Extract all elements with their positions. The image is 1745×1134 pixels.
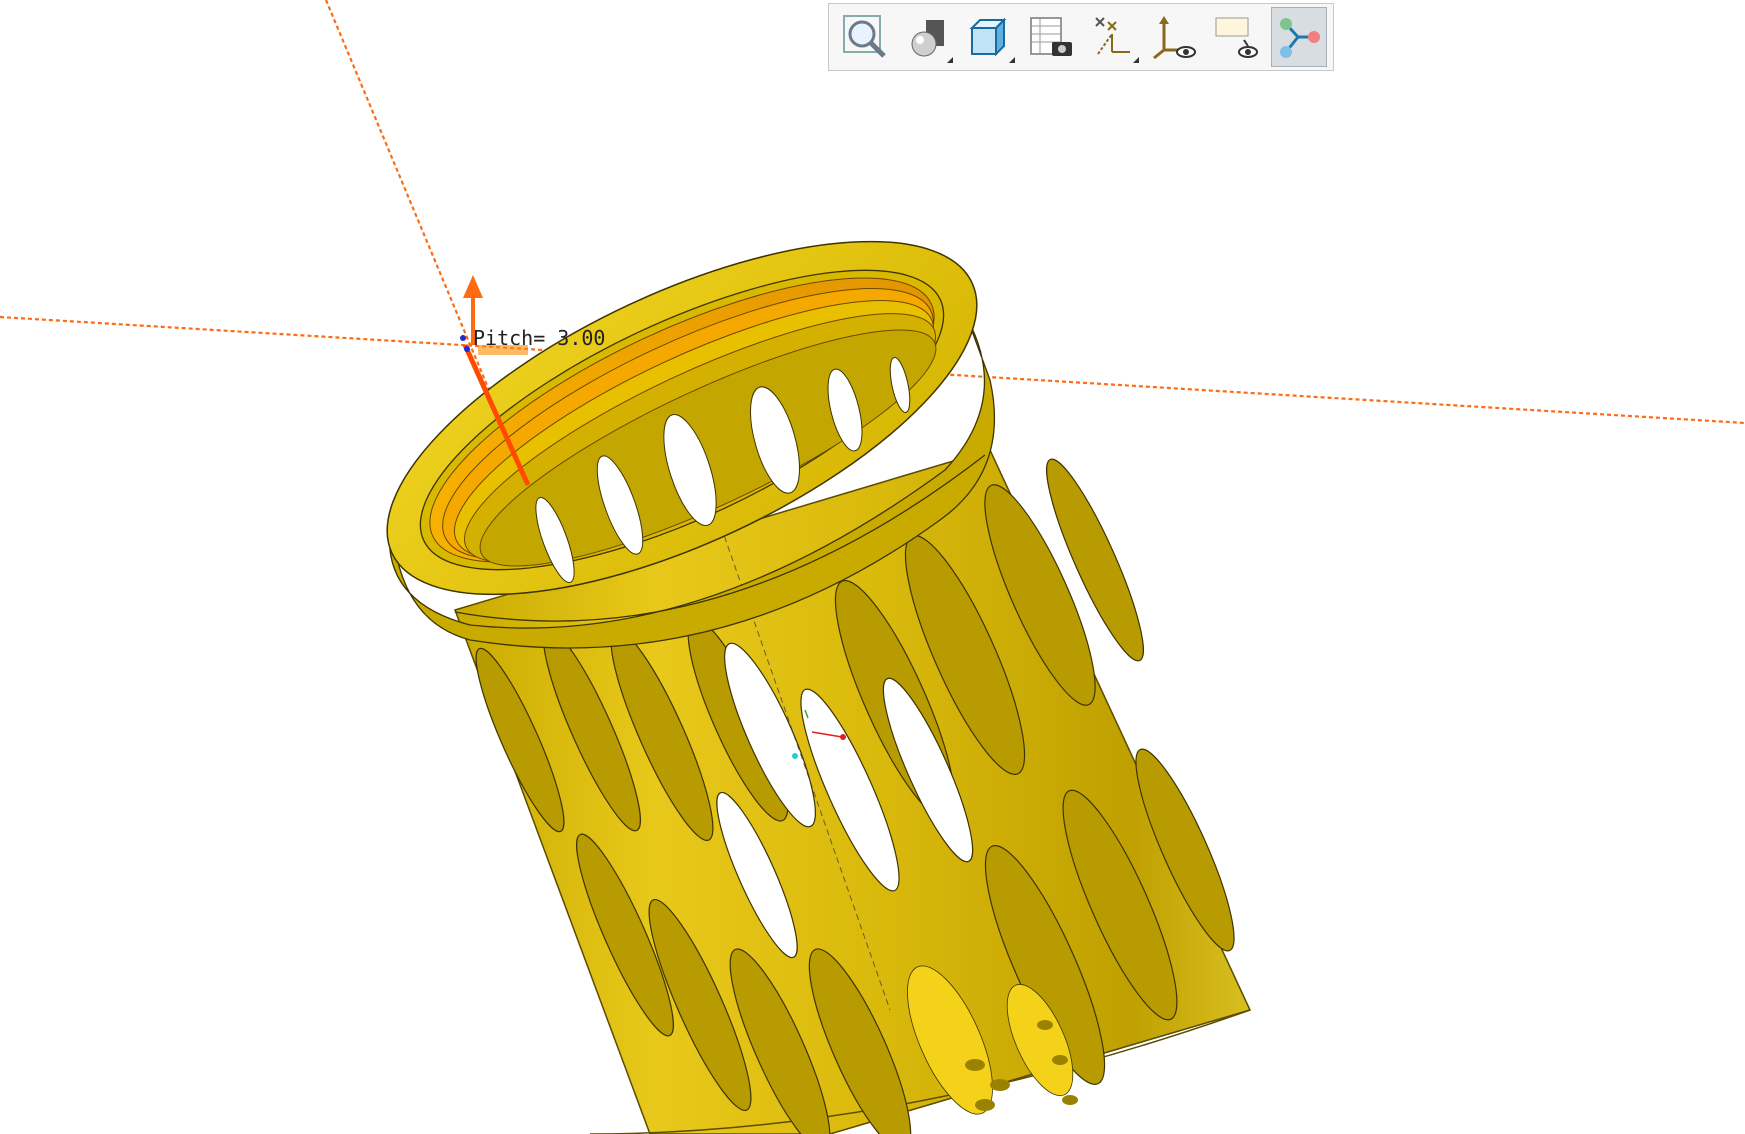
saved-orientations-button[interactable] <box>961 7 1017 67</box>
spin-center-button[interactable] <box>1271 7 1327 67</box>
zoom-fit-icon <box>843 15 886 58</box>
model-canvas[interactable]: Pitch= 3.00 <box>0 0 1745 1134</box>
spin-center-icon <box>1280 18 1320 58</box>
display-style-icon <box>911 20 944 57</box>
csys-display-button[interactable] <box>1147 7 1203 67</box>
annotation-display-button[interactable] <box>1209 7 1265 67</box>
saved-orientations-icon <box>969 17 1007 57</box>
annotation-display-icon <box>1215 17 1258 58</box>
graphics-toolbar <box>828 3 1334 71</box>
graphics-window[interactable]: Pitch= 3.00 <box>0 0 1745 1134</box>
view-manager-button[interactable] <box>1023 7 1079 67</box>
datum-display-filters-icon <box>1095 17 1130 55</box>
csys-display-icon <box>1153 16 1196 60</box>
view-manager-icon <box>1030 17 1072 56</box>
datum-display-filters-button[interactable] <box>1085 7 1141 67</box>
display-style-button[interactable] <box>899 7 955 67</box>
zoom-fit-button[interactable] <box>837 7 893 67</box>
